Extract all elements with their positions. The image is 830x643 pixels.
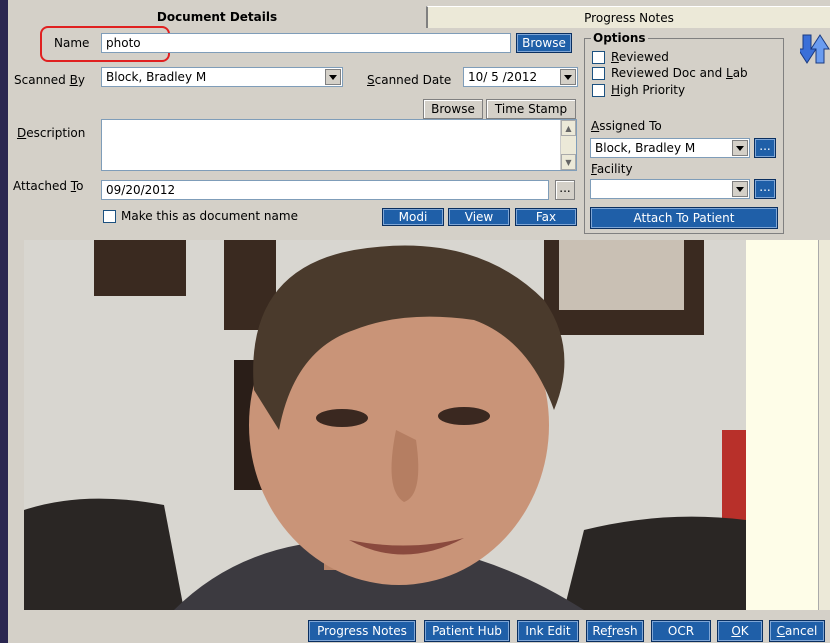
- assigned-to-label: Assigned To: [591, 119, 662, 133]
- chevron-down-icon[interactable]: [560, 69, 576, 85]
- sort-arrows-icon[interactable]: [797, 33, 830, 65]
- make-document-name-checkbox[interactable]: [103, 210, 116, 223]
- fax-button[interactable]: Fax: [515, 208, 577, 226]
- refresh-button[interactable]: Refresh: [586, 620, 644, 642]
- assigned-to-select[interactable]: Block, Bradley M: [590, 138, 750, 158]
- scanned-by-label: Scanned By: [14, 73, 85, 87]
- chevron-down-icon[interactable]: [732, 140, 748, 156]
- browse-name-button[interactable]: Browse: [516, 33, 572, 53]
- scanned-by-select[interactable]: Block, Bradley M: [101, 67, 343, 87]
- browse-scan-button[interactable]: Browse: [423, 99, 483, 119]
- facility-label: Facility: [591, 162, 633, 176]
- preview-scrollbar[interactable]: [818, 240, 830, 610]
- make-document-name-label: Make this as document name: [121, 209, 298, 223]
- tab-progress-notes[interactable]: Progress Notes: [426, 6, 830, 28]
- options-title: Options: [591, 31, 648, 45]
- reviewed-checkbox[interactable]: [592, 51, 605, 64]
- ocr-button[interactable]: OCR: [651, 620, 711, 642]
- scanned-date-label: Scanned Date: [367, 73, 452, 87]
- ok-button[interactable]: OK: [717, 620, 763, 642]
- assigned-to-picker-button[interactable]: ...: [754, 138, 776, 158]
- description-scrollbar[interactable]: ▲ ▼: [560, 120, 576, 170]
- attached-to-label: Attached To: [13, 179, 84, 193]
- scanned-date-picker[interactable]: 10/ 5 /2012: [463, 67, 578, 87]
- facility-select[interactable]: [590, 179, 750, 199]
- chevron-down-icon[interactable]: [325, 69, 341, 85]
- side-pane: [746, 240, 818, 610]
- description-textarea[interactable]: ▲ ▼: [101, 119, 577, 171]
- document-image-preview: [24, 240, 746, 610]
- ink-edit-button[interactable]: Ink Edit: [517, 620, 579, 642]
- attached-to-picker-button[interactable]: ...: [555, 180, 575, 200]
- facility-picker-button[interactable]: ...: [754, 179, 776, 199]
- high-priority-checkbox[interactable]: [592, 84, 605, 97]
- attach-to-patient-button[interactable]: Attach To Patient: [590, 207, 778, 229]
- reviewed-label: Reviewed: [611, 50, 669, 64]
- time-stamp-button[interactable]: Time Stamp: [486, 99, 576, 119]
- scroll-down-icon[interactable]: ▼: [561, 154, 576, 170]
- reviewed-doc-lab-checkbox[interactable]: [592, 67, 605, 80]
- reviewed-doc-lab-label: Reviewed Doc and Lab: [611, 66, 748, 80]
- cancel-button[interactable]: Cancel: [769, 620, 825, 642]
- name-label: Name: [54, 36, 90, 50]
- chevron-down-icon[interactable]: [732, 181, 748, 197]
- modi-button[interactable]: Modi: [382, 208, 444, 226]
- scroll-up-icon[interactable]: ▲: [561, 120, 576, 136]
- tab-document-details[interactable]: Document Details: [8, 6, 426, 28]
- description-label: Description: [17, 126, 86, 140]
- patient-hub-button[interactable]: Patient Hub: [424, 620, 510, 642]
- name-input[interactable]: photo: [101, 33, 511, 53]
- high-priority-label: High Priority: [611, 83, 686, 97]
- attached-to-input[interactable]: 09/20/2012: [101, 180, 549, 200]
- progress-notes-button[interactable]: Progress Notes: [308, 620, 416, 642]
- view-button[interactable]: View: [448, 208, 510, 226]
